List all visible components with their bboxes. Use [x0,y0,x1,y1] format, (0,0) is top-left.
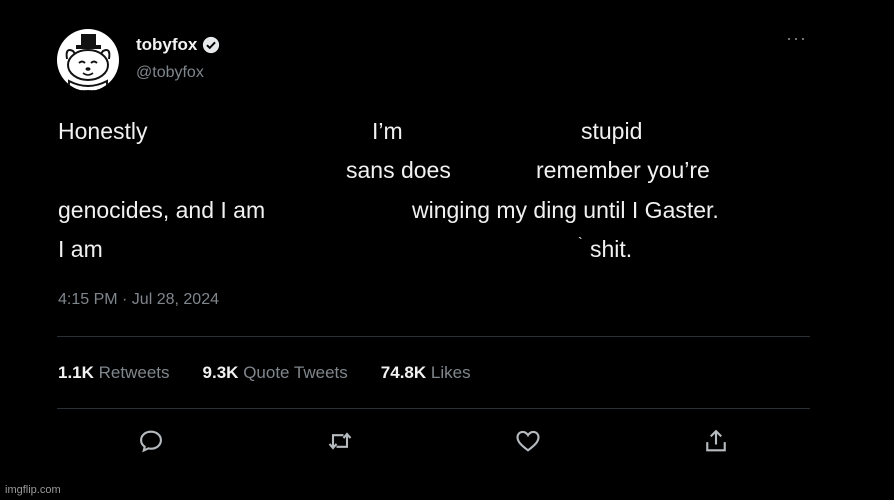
retweets-count: 1.1K [58,363,94,382]
display-name[interactable]: tobyfox [136,35,197,55]
like-icon [516,430,540,452]
handle[interactable]: @tobyfox [136,64,204,82]
avatar[interactable] [57,29,119,91]
divider [57,336,810,337]
tweet-word: shit. [590,236,633,262]
retweet-button[interactable] [323,424,357,458]
retweets-stat[interactable]: 1.1K Retweets [58,363,170,383]
reply-button[interactable] [134,424,168,458]
tweet-word: I’m [372,118,403,144]
tweet-word: Honestly [58,118,148,144]
more-options-icon[interactable]: ··· [786,28,807,49]
tweet-word: sans does [346,157,451,183]
share-button[interactable] [699,424,733,458]
like-button[interactable] [511,424,545,458]
quote-tweets-stat[interactable]: 9.3K Quote Tweets [203,363,348,383]
tweet-word: stupid [581,118,643,144]
engagement-stats: 1.1K Retweets 9.3K Quote Tweets 74.8K Li… [58,363,471,383]
divider [57,408,810,409]
avatar-dog-icon [65,34,111,91]
likes-label: Likes [430,363,471,382]
timestamp[interactable]: 4:15 PM · Jul 28, 2024 [58,291,219,309]
likes-count: 74.8K [380,363,427,382]
author-name-row[interactable]: tobyfox [136,35,220,55]
tweet-word: I am [58,236,103,262]
tweet-word: genocides, and I am [58,197,266,223]
likes-stat[interactable]: 74.8K Likes [381,363,471,383]
quote-tweets-count: 9.3K [202,363,239,382]
tweet-word: winging my ding until I Gaster. [412,197,719,223]
tweet-word: ` [578,234,583,250]
retweet-icon [328,432,352,450]
verified-badge-icon [203,36,220,54]
tweet-word: remember you’re [536,157,710,183]
quote-tweets-label: Quote Tweets [243,363,348,382]
retweets-label: Retweets [98,363,170,382]
share-icon [706,429,726,452]
watermark: imgflip.com [5,484,61,496]
reply-icon [140,430,162,453]
